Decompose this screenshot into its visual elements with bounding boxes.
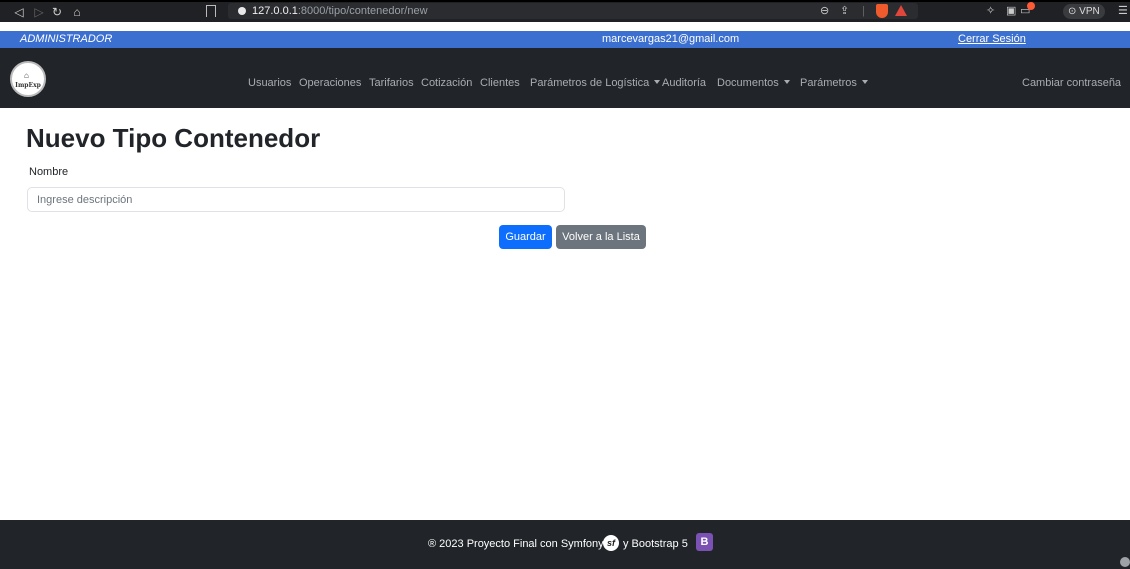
footer-text: ® 2023 Proyecto Final con Symfony 6 xyxy=(428,538,613,550)
divider: | xyxy=(862,5,865,17)
browser-toolbar: ◁ ▷ ↻ ⌂ 127.0.0.1:8000/tipo/contenedor/n… xyxy=(0,0,1130,22)
sidebar-icon[interactable]: ▣ xyxy=(1006,4,1016,18)
bookmark-icon[interactable] xyxy=(206,5,216,17)
chevron-down-icon xyxy=(861,80,868,84)
reload-icon[interactable]: ↻ xyxy=(50,5,64,19)
nav-item-tarifarios[interactable]: Tarifarios xyxy=(369,76,414,90)
url-host: 127.0.0.1 xyxy=(252,5,298,17)
bank-icon: ⌂ xyxy=(24,71,29,80)
home-icon[interactable]: ⌂ xyxy=(70,5,84,19)
user-info-bar: ADMINISTRADOR marcevargas21@gmail.com Ce… xyxy=(0,31,1130,48)
nav-item-clientes[interactable]: Clientes xyxy=(480,76,520,90)
user-role: ADMINISTRADOR xyxy=(20,33,113,45)
brave-rewards-icon[interactable] xyxy=(895,5,907,16)
nav-item-cotizacion[interactable]: Cotización xyxy=(421,76,472,90)
zoom-icon[interactable]: ⊖ xyxy=(820,4,829,18)
symfony-toolbar-icon[interactable] xyxy=(1120,557,1130,567)
symfony-logo-icon: sf xyxy=(603,535,619,551)
footer: ® 2023 Proyecto Final con Symfony 6 sf y… xyxy=(0,520,1130,569)
vpn-label: VPN xyxy=(1079,6,1100,17)
nav-item-usuarios[interactable]: Usuarios xyxy=(248,76,291,90)
share-icon[interactable]: ⇪ xyxy=(840,4,849,18)
footer-text-2: y Bootstrap 5 xyxy=(623,538,688,550)
main-navbar: ⌂ ImpExp Usuarios Operaciones Tarifarios… xyxy=(0,48,1130,108)
nav-item-parametros-logistica[interactable]: Parámetros de Logística xyxy=(530,76,661,90)
site-info-icon[interactable] xyxy=(238,7,246,15)
notification-badge xyxy=(1027,2,1035,10)
back-icon[interactable]: ◁ xyxy=(12,5,26,19)
chevron-down-icon xyxy=(654,80,661,84)
nav-item-auditoria[interactable]: Auditoría xyxy=(662,76,706,90)
vpn-button[interactable]: ⊙ VPN xyxy=(1063,4,1105,19)
menu-icon[interactable]: ☰ xyxy=(1118,4,1128,18)
forward-icon[interactable]: ▷ xyxy=(32,5,46,19)
user-email: marcevargas21@gmail.com xyxy=(602,33,740,45)
nav-item-parametros[interactable]: Parámetros xyxy=(800,76,868,90)
back-to-list-button[interactable]: Volver a la Lista xyxy=(556,225,646,249)
nombre-label: Nombre xyxy=(29,166,69,178)
brand-logo[interactable]: ⌂ ImpExp xyxy=(10,61,46,97)
nav-item-documentos-label: Documentos xyxy=(717,77,779,89)
logo-text: ImpExp xyxy=(15,82,41,89)
bootstrap-logo-icon: B xyxy=(696,533,713,551)
change-password-link[interactable]: Cambiar contraseña xyxy=(1022,76,1121,90)
extensions-icon[interactable]: ✧ xyxy=(986,4,995,18)
nombre-input[interactable] xyxy=(27,187,565,212)
nav-item-parametros-logistica-label: Parámetros de Logística xyxy=(530,77,650,89)
url-text[interactable]: 127.0.0.1:8000/tipo/contenedor/new xyxy=(252,4,428,18)
logout-link[interactable]: Cerrar Sesión xyxy=(958,31,1026,48)
page-title: Nuevo Tipo Contenedor xyxy=(26,123,321,153)
nav-item-parametros-label: Parámetros xyxy=(800,77,857,89)
brave-shield-icon[interactable] xyxy=(876,4,888,18)
chevron-down-icon xyxy=(783,80,790,84)
url-path: :8000/tipo/contenedor/new xyxy=(297,5,428,17)
save-button[interactable]: Guardar xyxy=(499,225,552,249)
nav-item-operaciones[interactable]: Operaciones xyxy=(299,76,361,90)
window-edge xyxy=(0,0,1130,2)
nav-item-documentos[interactable]: Documentos xyxy=(717,76,790,90)
